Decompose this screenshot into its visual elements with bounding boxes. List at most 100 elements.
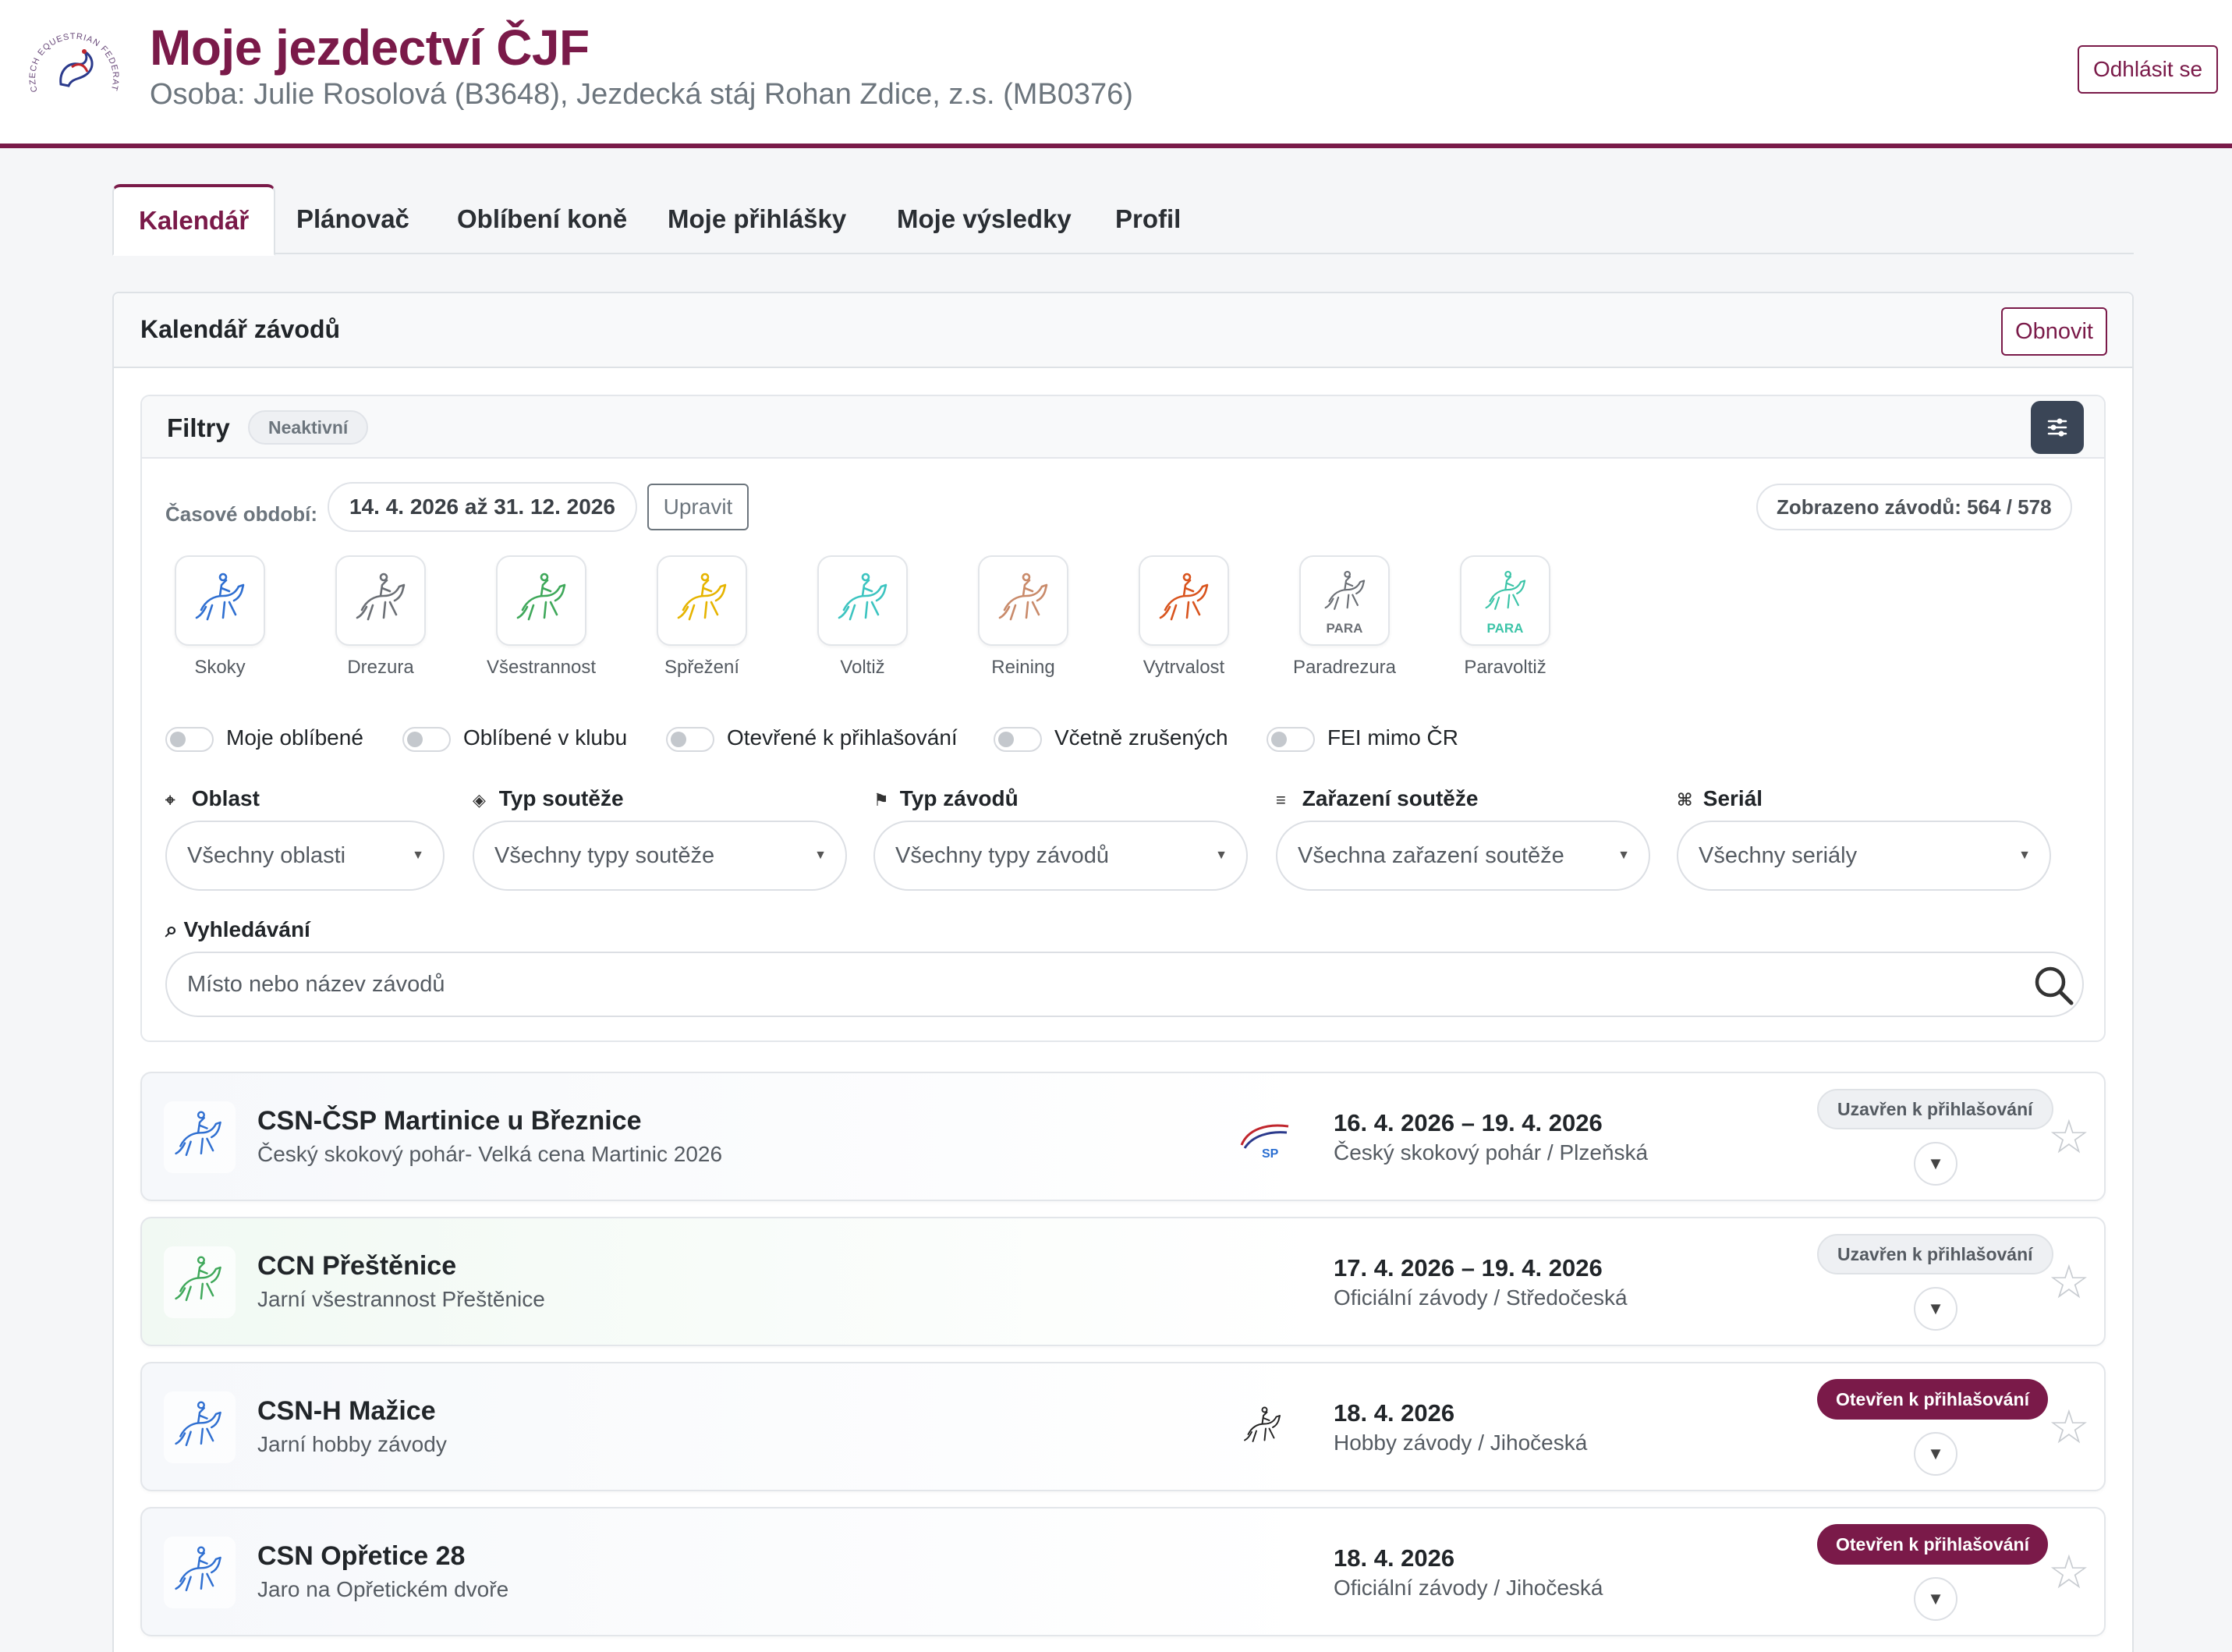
switch-label: FEI mimo ČR [1327,725,1458,750]
expand-chevron-icon[interactable]: ▼ [1914,1432,1957,1476]
filter-settings-button[interactable] [2031,401,2084,454]
horse-rider-icon [175,1401,221,1447]
expand-chevron-icon[interactable]: ▼ [1914,1142,1957,1186]
discipline-icon[interactable] [1139,555,1229,646]
event-date: 18. 4. 2026 [1334,1399,1455,1427]
caret-down-icon: ▼ [412,849,424,862]
discipline-icon[interactable]: PARA [1299,555,1390,646]
switch-label: Moje oblíbené [226,725,363,750]
search-icon[interactable] [2032,964,2076,1008]
discipline-icon[interactable] [817,555,908,646]
discipline-icon[interactable] [657,555,747,646]
horse-rider-icon [1324,570,1366,610]
flag-icon: ⚑ [873,790,889,810]
event-row[interactable]: CSN-ČSP Martinice u Březnice Český skokov… [140,1072,2106,1201]
discipline-label: Všestrannost [486,657,597,678]
typ-souteze-select[interactable]: Všechny typy soutěže ▼ [473,821,847,891]
discipline-icon[interactable] [335,555,426,646]
organizer-logo [1231,1404,1301,1451]
oblast-select[interactable]: Všechny oblasti ▼ [165,821,445,891]
toggle-switch[interactable] [666,727,714,752]
event-row[interactable]: CSN Opřetice 28 Jaro na Opřetickém dvoře 1… [140,1507,2106,1636]
para-tag: PARA [1486,621,1524,636]
discipline-icon [164,1246,236,1318]
discipline-label: Vytrvalost [1143,657,1225,678]
tab-oblibeni-kone[interactable]: Oblíbení koně [432,184,652,254]
discipline-icon[interactable] [978,555,1068,646]
events-count: Zobrazeno závodů: 564 / 578 [1756,484,2072,530]
discipline-icon[interactable] [175,555,265,646]
edit-period-button[interactable]: Upravit [647,484,749,530]
search-input[interactable] [187,964,1981,1005]
discipline-spřežení[interactable]: Spřežení [639,555,764,679]
event-title[interactable]: CSN Opřetice 28 [257,1541,465,1572]
list-icon: ≡ [1276,790,1286,810]
discipline-label: Drezura [347,657,414,678]
zarazeni-select[interactable]: Všechna zařazení soutěže ▼ [1276,821,1650,891]
discipline-label: Reining [991,657,1055,678]
select-label-text: Oblast [191,786,260,810]
discipline-voltiž[interactable]: Voltiž [800,555,925,679]
discipline-reining[interactable]: Reining [961,555,1086,679]
discipline-paravoltiž[interactable]: PARA Paravoltiž [1443,555,1568,679]
toggle-switch[interactable] [165,727,214,752]
zarazeni-label: ≡ Zařazení soutěže [1276,786,1478,811]
event-row[interactable]: CSN-H Mažice Jarní hobby závody 18. 4. 202… [140,1362,2106,1491]
event-date: 18. 4. 2026 [1334,1544,1455,1572]
event-title[interactable]: CSN-H Mažice [257,1396,436,1427]
serial-select[interactable]: Všechny seriály ▼ [1677,821,2051,891]
refresh-button[interactable]: Obnovit [2001,307,2107,356]
caret-down-icon: ▼ [814,849,827,862]
horse-rider-icon [175,1546,221,1592]
event-subtitle: Jarní hobby závody [257,1432,447,1456]
horse-rider-icon [998,573,1048,621]
event-type: Český skokový pohár / Plzeňská [1334,1140,1649,1165]
event-subtitle: Jaro na Opřetickém dvoře [257,1577,509,1601]
discipline-skoky[interactable]: Skoky [158,555,282,679]
tab-moje-vysledky[interactable]: Moje výsledky [872,184,1097,254]
typ-zavodu-label: ⚑ Typ závodů [873,786,1019,811]
select-value: Všechna zařazení soutěže [1298,843,1564,868]
discipline-vytrvalost[interactable]: Vytrvalost [1121,555,1246,679]
horse-rider-icon [1159,573,1209,621]
period-value: 14. 4. 2026 až 31. 12. 2026 [328,482,637,532]
event-status-badge: Otevřen k přihlašování [1817,1524,2048,1565]
select-value: Všechny oblasti [187,843,346,868]
discipline-label: Paradrezura [1292,657,1397,678]
expand-chevron-icon[interactable]: ▼ [1914,1577,1957,1621]
toggle-switch[interactable] [402,727,451,752]
serial-label: ⌘ Seriál [1677,786,1763,811]
tab-kalendar[interactable]: Kalendář [112,184,276,256]
favorite-star-icon[interactable]: ☆ [2048,1259,2090,1306]
event-title[interactable]: CSN-ČSP Martinice u Březnice [257,1106,642,1136]
favorite-star-icon[interactable]: ☆ [2048,1404,2090,1451]
event-row[interactable]: CCN Přeštěnice Jarní všestrannost Přeštěn… [140,1217,2106,1346]
favorite-star-icon[interactable]: ☆ [2048,1114,2090,1161]
event-subtitle: Český skokový pohár- Velká cena Martinic… [257,1142,723,1166]
calendar-card: Kalendář závodů Obnovit Filtry Neaktivní… [112,292,2134,1652]
search-label: ⌕ Vyhledávání [165,917,310,943]
filters-panel: Filtry Neaktivní Časové období: 14. 4. 2… [140,395,2106,1042]
caret-down-icon: ▼ [1617,849,1630,862]
tab-moje-prihlasky[interactable]: Moje přihlášky [643,184,871,254]
discipline-icon[interactable]: PARA [1460,555,1550,646]
tab-planovac[interactable]: Plánovač [271,184,434,254]
toggle-switch[interactable] [1267,727,1315,752]
discipline-drezura[interactable]: Drezura [318,555,443,679]
discipline-všestrannost[interactable]: Všestrannost [479,555,604,679]
horse-rider-icon [356,573,406,621]
logout-button[interactable]: Odhlásit se [2078,45,2218,94]
toggle-switch[interactable] [994,727,1042,752]
discipline-paradrezura[interactable]: PARA Paradrezura [1282,555,1407,679]
expand-chevron-icon[interactable]: ▼ [1914,1287,1957,1331]
favorite-star-icon[interactable]: ☆ [2048,1549,2090,1596]
discipline-icon [164,1537,236,1608]
horse-rider-icon [175,1111,221,1157]
select-value: Všechny seriály [1699,843,1858,868]
typ-zavodu-select[interactable]: Všechny typy závodů ▼ [873,821,1248,891]
caret-down-icon: ▼ [1215,849,1228,862]
diamond-icon: ◈ [473,790,486,810]
tab-profil[interactable]: Profil [1090,184,1206,254]
discipline-icon[interactable] [496,555,586,646]
event-title[interactable]: CCN Přeštěnice [257,1251,456,1282]
